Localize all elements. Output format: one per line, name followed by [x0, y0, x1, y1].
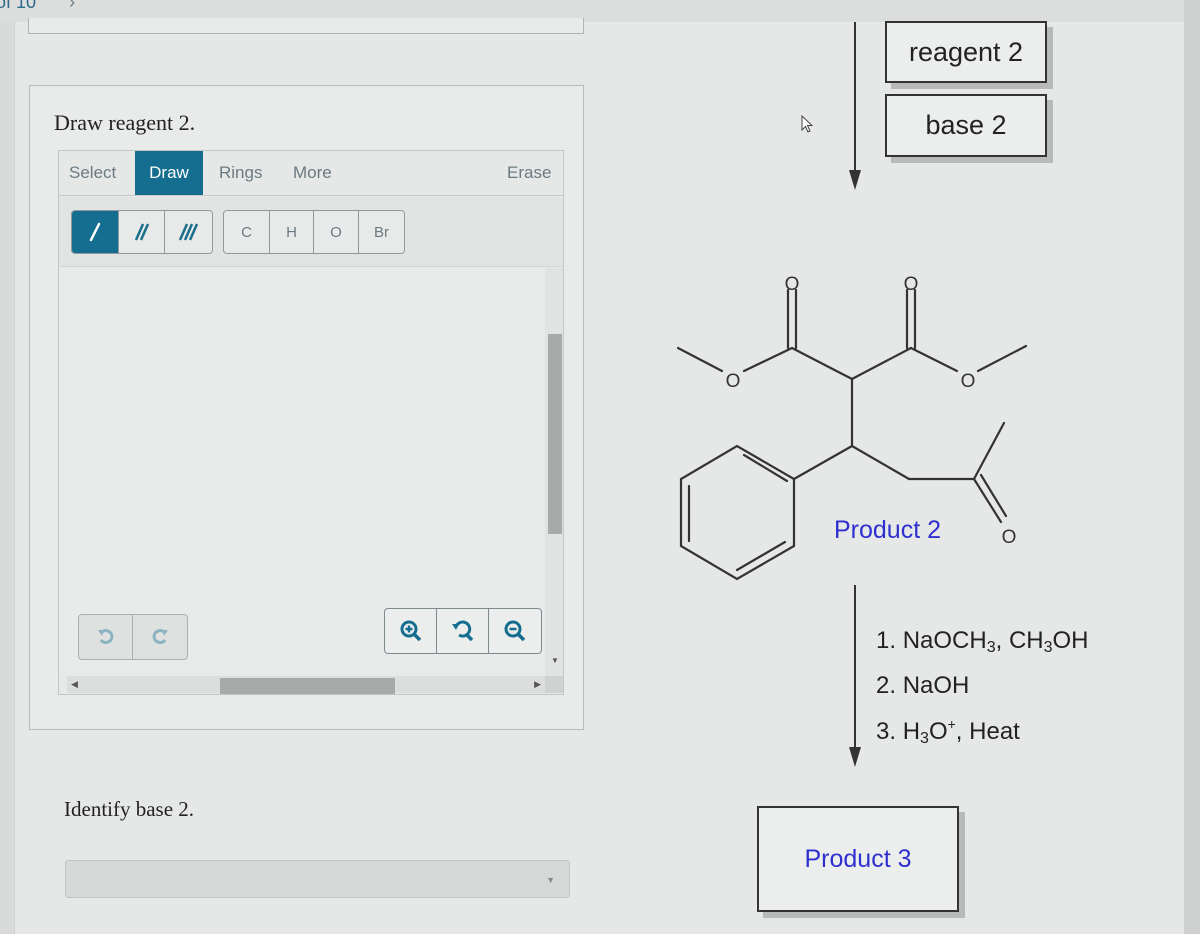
product-3-box[interactable]: Product 3 [757, 806, 959, 912]
undo-button[interactable] [79, 615, 133, 659]
previous-answer-box [28, 18, 584, 34]
reaction-arrow-bottom [849, 585, 861, 767]
zoom-in-button[interactable] [385, 609, 437, 653]
atom-tools: C H O Br [223, 210, 405, 254]
pager-text: of 10 [0, 0, 37, 12]
pager[interactable]: of 10 › [0, 0, 75, 13]
zoom-out-button[interactable] [489, 609, 541, 653]
scroll-down-arrow-icon[interactable]: ▼ [551, 656, 559, 665]
triple-bond-button[interactable] [165, 211, 212, 253]
atom-c-button[interactable]: C [224, 211, 270, 253]
zoom-out-icon [504, 620, 526, 642]
tab-erase[interactable]: Erase [497, 151, 561, 195]
zoom-reset-icon [451, 620, 473, 642]
scroll-right-arrow-icon[interactable]: ▶ [534, 679, 541, 690]
horizontal-scrollbar[interactable]: ◀ ▶ [67, 676, 545, 694]
chevron-down-icon: ▼ [546, 875, 555, 885]
reagent-2-box[interactable]: reagent 2 [885, 21, 1047, 83]
scroll-left-arrow-icon[interactable]: ◀ [71, 679, 78, 690]
tab-rings[interactable]: Rings [209, 151, 272, 195]
question-prompt-base: Identify base 2. [64, 797, 195, 821]
tab-select[interactable]: Select [59, 151, 126, 195]
atom-label-o: O [1002, 527, 1017, 548]
double-bond-icon [134, 223, 149, 241]
tab-draw[interactable]: Draw [135, 151, 203, 195]
vertical-scrollbar[interactable]: ▼ [545, 268, 563, 693]
scroll-corner [545, 676, 563, 693]
page-edge [1184, 0, 1200, 934]
base-select-dropdown[interactable]: ▼ [65, 860, 570, 898]
undo-icon [97, 629, 113, 645]
bond-tools [71, 210, 213, 254]
atom-h-button[interactable]: H [270, 211, 314, 253]
atom-label-o: O [726, 371, 741, 392]
condition-1: 1. NaOCH3, CH3OH [876, 627, 1089, 656]
single-bond-icon [89, 222, 101, 242]
condition-2: 2. NaOH [876, 672, 970, 699]
product-2-label: Product 2 [834, 516, 942, 544]
atom-br-button[interactable]: Br [359, 211, 404, 253]
tab-more[interactable]: More [283, 151, 342, 195]
atom-label-o: O [904, 274, 919, 295]
question-prompt: Draw reagent 2. [54, 110, 196, 135]
redo-icon [152, 629, 168, 645]
double-bond-button[interactable] [119, 211, 165, 253]
reaction-arrow-top [849, 22, 861, 190]
zoom-in-icon [400, 620, 421, 642]
chevron-right-icon[interactable]: › [69, 0, 75, 12]
redo-button[interactable] [133, 615, 187, 659]
condition-3: 3. H3O+, Heat [876, 716, 1020, 747]
zoom-reset-button[interactable] [437, 609, 489, 653]
zoom-tools [384, 608, 542, 654]
vertical-scroll-thumb[interactable] [548, 334, 562, 534]
reaction-conditions: 1. NaOCH3, CH3OH 2. NaOH 3. H3O+, Heat [876, 622, 1089, 758]
atom-o-button[interactable]: O [314, 211, 359, 253]
horizontal-scroll-thumb[interactable] [220, 678, 395, 694]
editor-tabs: Select Draw Rings More Erase [59, 151, 563, 196]
triple-bond-icon [178, 223, 198, 241]
history-tools [78, 614, 188, 660]
atom-label-o: O [961, 371, 976, 392]
mouse-cursor-icon [801, 114, 814, 133]
base-2-box[interactable]: base 2 [885, 94, 1047, 157]
editor-toolbar: C H O Br [59, 197, 563, 267]
atom-label-o: O [785, 274, 800, 295]
single-bond-button[interactable] [72, 211, 119, 253]
